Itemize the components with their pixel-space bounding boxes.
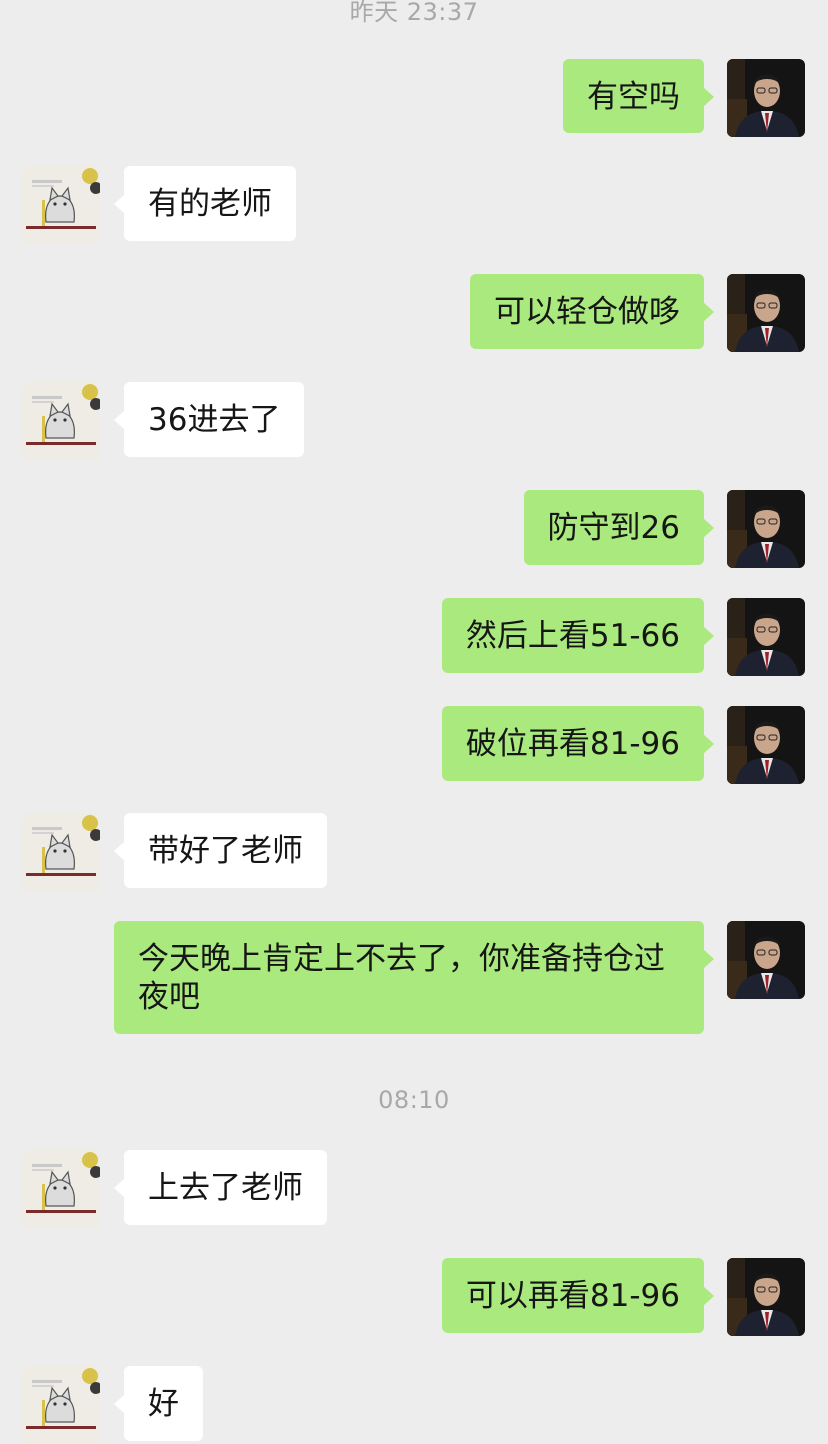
cat-sketch-avatar-icon (22, 382, 100, 460)
chat-window: 昨天 23:37 有空吗 有的老师 可以轻仓做哆 36进去了 防守到26 然后上… (0, 0, 828, 1436)
man-in-suit-avatar-icon (727, 59, 805, 137)
man-in-suit-avatar-icon (727, 598, 805, 676)
message-text: 破位再看81-96 (465, 726, 680, 762)
man-in-suit-avatar-icon (727, 1258, 805, 1336)
cat-sketch-avatar-icon (22, 1366, 100, 1444)
avatar[interactable] (727, 706, 805, 784)
avatar[interactable] (727, 1258, 805, 1336)
message-bubble[interactable]: 可以轻仓做哆 (470, 274, 714, 349)
avatar[interactable] (727, 59, 805, 137)
avatar[interactable] (22, 813, 100, 891)
message-text: 上去了老师 (148, 1170, 303, 1206)
man-in-suit-avatar-icon (727, 706, 805, 784)
cat-sketch-avatar-icon (22, 1150, 100, 1228)
message-text: 可以轻仓做哆 (494, 294, 680, 330)
message-bubble[interactable]: 可以再看81-96 (441, 1258, 715, 1333)
man-in-suit-avatar-icon (727, 921, 805, 999)
timestamp: 昨天 23:37 (349, 0, 479, 26)
message-text: 有的老师 (148, 186, 272, 222)
message-bubble[interactable]: 好 (114, 1366, 203, 1441)
message-text: 然后上看51-66 (465, 618, 680, 654)
message-bubble[interactable]: 破位再看81-96 (441, 706, 715, 781)
avatar[interactable] (727, 921, 805, 999)
avatar[interactable] (22, 1366, 100, 1444)
avatar[interactable] (727, 490, 805, 568)
man-in-suit-avatar-icon (727, 490, 805, 568)
message-text: 好 (148, 1386, 179, 1422)
message-bubble[interactable]: 上去了老师 (114, 1150, 327, 1225)
message-text: 有空吗 (587, 79, 680, 115)
message-text: 36进去了 (148, 402, 281, 438)
message-text: 今天晚上肯定上不去了，你准备持仓过夜吧 (138, 941, 665, 1015)
man-in-suit-avatar-icon (727, 274, 805, 352)
avatar[interactable] (727, 598, 805, 676)
message-bubble[interactable]: 有空吗 (563, 59, 714, 133)
cat-sketch-avatar-icon (22, 166, 100, 244)
avatar[interactable] (22, 166, 100, 244)
message-bubble[interactable]: 有的老师 (114, 166, 296, 241)
avatar[interactable] (727, 274, 805, 352)
cat-sketch-avatar-icon (22, 813, 100, 891)
message-bubble[interactable]: 防守到26 (523, 490, 715, 565)
message-bubble[interactable]: 然后上看51-66 (441, 598, 715, 673)
avatar[interactable] (22, 1150, 100, 1228)
timestamp: 08:10 (378, 1086, 450, 1114)
avatar[interactable] (22, 382, 100, 460)
message-bubble[interactable]: 36进去了 (113, 382, 305, 457)
message-text: 防守到26 (547, 510, 680, 546)
message-bubble[interactable]: 带好了老师 (114, 813, 327, 888)
message-bubble[interactable]: 今天晚上肯定上不去了，你准备持仓过夜吧 (114, 921, 714, 1034)
message-text: 带好了老师 (148, 833, 303, 869)
message-text: 可以再看81-96 (465, 1278, 680, 1314)
